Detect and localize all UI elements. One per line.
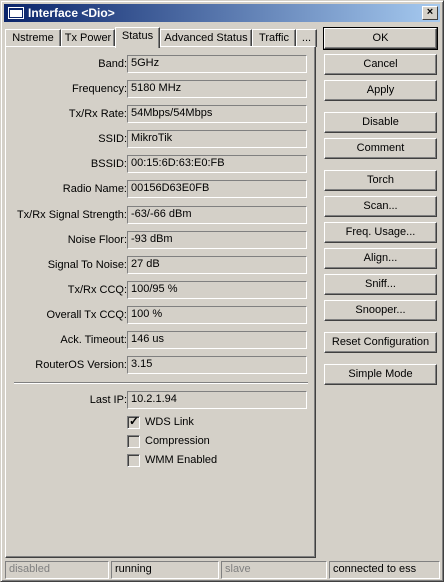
- routeros-version-row: RouterOS Version: 3.15: [6, 356, 317, 376]
- bssid-label: BSSID:: [90, 158, 127, 170]
- overall-tx-ccq-label: Overall Tx CCQ:: [46, 309, 127, 321]
- bssid-field[interactable]: 00:15:6D:63:E0:FB: [127, 155, 307, 173]
- reset-configuration-button[interactable]: Reset Configuration: [324, 332, 437, 353]
- tx-rx-ccq-field[interactable]: 100/95 %: [127, 281, 307, 299]
- signal-to-noise-field[interactable]: 27 dB: [127, 256, 307, 274]
- ack-timeout-row: Ack. Timeout: 146 us: [6, 331, 317, 351]
- status-panel: Band: 5GHz Frequency: 5180 MHz Tx/Rx Rat…: [5, 46, 316, 558]
- disable-button[interactable]: Disable: [324, 112, 437, 133]
- ssid-field[interactable]: MikroTik: [127, 130, 307, 148]
- last-ip-row: Last IP: 10.2.1.94: [6, 391, 317, 411]
- tab-label: Traffic: [259, 32, 289, 44]
- band-row: Band: 5GHz: [6, 55, 317, 75]
- tab-tx-power[interactable]: Tx Power: [61, 29, 115, 47]
- ssid-row: SSID: MikroTik: [6, 130, 317, 150]
- window-title: Interface <Dio>: [28, 6, 115, 20]
- routeros-version-label: RouterOS Version:: [35, 359, 127, 371]
- title-bar[interactable]: Interface <Dio> ×: [4, 4, 440, 22]
- tab-advanced-status[interactable]: Advanced Status: [160, 29, 252, 47]
- tx-rx-rate-row: Tx/Rx Rate: 54Mbps/54Mbps: [6, 105, 317, 125]
- freq-usage-button[interactable]: Freq. Usage...: [324, 222, 437, 243]
- tab-traffic[interactable]: Traffic: [252, 29, 296, 47]
- signal-strength-field[interactable]: -63/-66 dBm: [127, 206, 307, 224]
- signal-strength-label: Tx/Rx Signal Strength:: [16, 209, 127, 221]
- status-role: slave: [221, 561, 327, 579]
- radio-name-label: Radio Name:: [62, 183, 127, 195]
- status-state: disabled: [5, 561, 109, 579]
- overall-tx-ccq-field[interactable]: 100 %: [127, 306, 307, 324]
- compression-label: Compression: [145, 435, 210, 447]
- noise-floor-field[interactable]: -93 dBm: [127, 231, 307, 249]
- ack-timeout-field[interactable]: 146 us: [127, 331, 307, 349]
- torch-button[interactable]: Torch: [324, 170, 437, 191]
- band-label: Band:: [98, 58, 127, 70]
- wds-link-label: WDS Link: [145, 416, 194, 428]
- routeros-version-field[interactable]: 3.15: [127, 356, 307, 374]
- align-button[interactable]: Align...: [324, 248, 437, 269]
- tab-label: Advanced Status: [164, 32, 248, 44]
- cancel-button[interactable]: Cancel: [324, 54, 437, 75]
- overall-tx-ccq-row: Overall Tx CCQ: 100 %: [6, 306, 317, 326]
- tab-strip: Nstreme Tx Power Status Advanced Status …: [5, 27, 317, 48]
- noise-floor-label: Noise Floor:: [67, 234, 127, 246]
- close-button[interactable]: ×: [422, 6, 438, 20]
- status-run: running: [111, 561, 219, 579]
- sniff-button[interactable]: Sniff...: [324, 274, 437, 295]
- frequency-field[interactable]: 5180 MHz: [127, 80, 307, 98]
- frequency-row: Frequency: 5180 MHz: [6, 80, 317, 100]
- status-connection: connected to ess: [329, 561, 440, 579]
- apply-button[interactable]: Apply: [324, 80, 437, 101]
- signal-to-noise-row: Signal To Noise: 27 dB: [6, 256, 317, 276]
- ssid-label: SSID:: [98, 133, 127, 145]
- tab-more[interactable]: ...: [296, 29, 317, 47]
- close-icon: ×: [426, 6, 434, 18]
- frequency-label: Frequency:: [71, 83, 127, 95]
- tab-label: Nstreme: [12, 32, 54, 44]
- tx-rx-rate-label: Tx/Rx Rate:: [68, 108, 127, 120]
- tab-label: Status: [121, 30, 154, 42]
- tx-rx-ccq-row: Tx/Rx CCQ: 100/95 %: [6, 281, 317, 301]
- comment-button[interactable]: Comment: [324, 138, 437, 159]
- wmm-enabled-label: WMM Enabled: [145, 454, 218, 466]
- checkbox-box[interactable]: ✓: [127, 414, 140, 429]
- tab-status[interactable]: Status: [115, 27, 160, 48]
- last-ip-label: Last IP:: [89, 394, 127, 406]
- status-bar: disabled running slave connected to ess: [5, 561, 441, 579]
- signal-to-noise-label: Signal To Noise:: [47, 259, 127, 271]
- tx-rx-ccq-label: Tx/Rx CCQ:: [67, 284, 127, 296]
- tab-nstreme[interactable]: Nstreme: [5, 29, 61, 47]
- tx-rx-rate-field[interactable]: 54Mbps/54Mbps: [127, 105, 307, 123]
- noise-floor-row: Noise Floor: -93 dBm: [6, 231, 317, 251]
- band-field[interactable]: 5GHz: [127, 55, 307, 73]
- tab-label: ...: [301, 32, 312, 44]
- divider: [14, 382, 308, 384]
- window-icon: [8, 7, 24, 19]
- radio-name-row: Radio Name: 00156D63E0FB: [6, 180, 317, 200]
- ok-button[interactable]: OK: [323, 27, 438, 50]
- radio-name-field[interactable]: 00156D63E0FB: [127, 180, 307, 198]
- tab-label: Tx Power: [64, 32, 112, 44]
- interface-window: Interface <Dio> × Nstreme Tx Power Statu…: [0, 0, 444, 582]
- signal-strength-row: Tx/Rx Signal Strength: -63/-66 dBm: [6, 206, 317, 226]
- ack-timeout-label: Ack. Timeout:: [60, 334, 127, 346]
- check-mark-icon: ✓: [129, 414, 140, 428]
- snooper-button[interactable]: Snooper...: [324, 300, 437, 321]
- checkbox-box[interactable]: [127, 454, 140, 467]
- checkbox-box[interactable]: [127, 435, 140, 448]
- simple-mode-button[interactable]: Simple Mode: [324, 364, 437, 385]
- last-ip-field[interactable]: 10.2.1.94: [127, 391, 307, 409]
- scan-button[interactable]: Scan...: [324, 196, 437, 217]
- bssid-row: BSSID: 00:15:6D:63:E0:FB: [6, 155, 317, 175]
